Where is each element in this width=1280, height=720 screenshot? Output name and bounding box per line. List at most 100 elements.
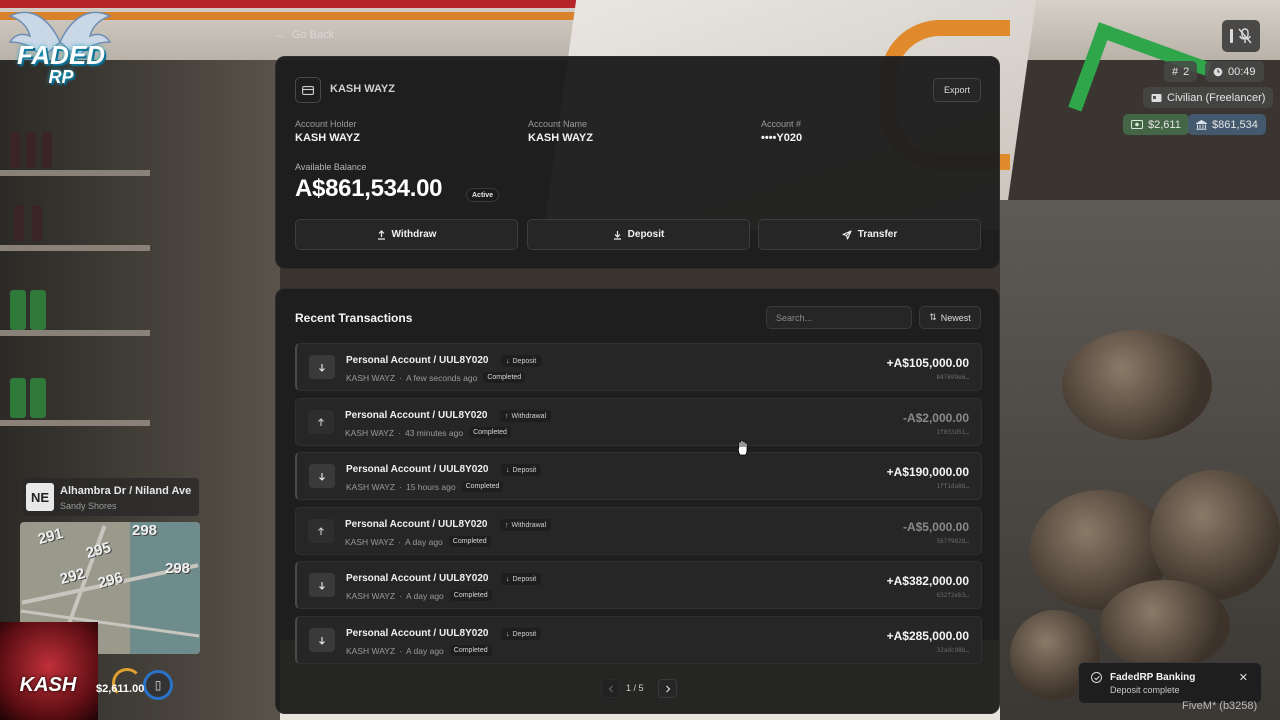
separator: · — [398, 427, 401, 438]
transaction-time: A day ago — [405, 645, 444, 656]
transaction-name: Personal Account / UUL8Y020 — [345, 410, 488, 421]
clock-icon — [1213, 67, 1223, 76]
transactions-heading: Recent Transactions — [295, 311, 413, 325]
can — [10, 290, 26, 330]
transaction-hash: 847699e6… — [936, 374, 969, 381]
separator: · — [398, 536, 401, 547]
transfer-label: Transfer — [857, 229, 898, 240]
player-id-pill: # 2 — [1164, 61, 1198, 82]
location-display: NE Alhambra Dr / Niland Ave Sandy Shores — [23, 478, 199, 516]
chevron-left-icon — [608, 685, 613, 692]
transaction-type: Deposit — [512, 466, 537, 474]
sort-label: Newest — [940, 312, 971, 323]
transaction-type: Withdrawal — [511, 412, 547, 420]
transaction-status: Completed — [449, 645, 492, 656]
bottle — [32, 205, 42, 241]
map-label: 298 — [165, 560, 191, 577]
account-holder-label: Account Holder — [295, 119, 357, 129]
can — [30, 378, 46, 418]
street-name: Alhambra Dr / Niland Ave — [60, 485, 192, 497]
previous-page-button[interactable] — [601, 679, 620, 698]
transaction-row[interactable]: Personal Account / UUL8Y020 ↑ Withdrawal … — [295, 398, 982, 446]
transaction-amount: -A$5,000.00 — [902, 520, 969, 534]
deposit-button[interactable]: Deposit — [527, 219, 750, 250]
arrow-down-icon: ↓ — [506, 357, 510, 365]
transaction-row[interactable]: Personal Account / UUL8Y020 ↓ Deposit KAS… — [295, 616, 982, 664]
transaction-name: Personal Account / UUL8Y020 — [346, 464, 489, 475]
can — [10, 378, 26, 418]
transaction-meta: KASH WAYZ · A day ago Completed — [346, 590, 492, 601]
mouse-cursor-icon — [737, 440, 748, 456]
transaction-user: KASH WAYZ — [345, 427, 395, 438]
transaction-amount: -A$2,000.00 — [902, 411, 969, 425]
server-logo: FADED RP — [6, 2, 114, 98]
produce-item — [1100, 580, 1230, 670]
can — [30, 290, 46, 330]
id-card-icon — [1151, 93, 1162, 102]
cash-amount: $2,611 — [1148, 118, 1181, 131]
account-number-field: Account # ••••Y020 — [761, 119, 802, 144]
shelf — [0, 420, 150, 426]
search-input[interactable] — [766, 306, 912, 329]
transaction-type-badge: ↓ Deposit — [501, 355, 542, 367]
notification-toast: FadedRP Banking Deposit complete ✕ — [1078, 662, 1262, 704]
fivem-build-label: FiveM* (b3258) — [1182, 700, 1258, 712]
bottle — [42, 132, 52, 168]
arrow-down-icon: ↓ — [506, 575, 510, 583]
transaction-meta: KASH WAYZ · A day ago Completed — [345, 536, 491, 547]
map-label: 295 — [84, 539, 113, 562]
toast-message: Deposit complete — [1110, 685, 1180, 695]
chevron-right-icon — [665, 685, 670, 692]
transaction-hash: 1f033d51… — [936, 429, 969, 436]
account-holder-field: Account Holder KASH WAYZ — [295, 119, 360, 144]
transaction-status: Completed — [483, 372, 526, 383]
time-pill: 00:49 — [1205, 61, 1264, 82]
withdraw-label: Withdraw — [391, 229, 437, 240]
map-label: 296 — [96, 569, 125, 592]
separator: · — [399, 372, 402, 383]
bottle — [10, 132, 20, 168]
transaction-user: KASH WAYZ — [346, 645, 396, 656]
hash-icon: # — [1172, 65, 1179, 78]
account-name-value: KASH WAYZ — [528, 132, 593, 144]
transaction-hash: 1ff1da86… — [936, 483, 969, 490]
transaction-type: Withdrawal — [511, 521, 547, 529]
next-page-button[interactable] — [658, 679, 677, 698]
transaction-time: A few seconds ago — [405, 372, 478, 383]
transaction-type-badge: ↑ Withdrawal — [500, 410, 552, 422]
account-number-value: ••••Y020 — [761, 132, 803, 144]
zone-name: Sandy Shores — [60, 501, 117, 511]
sort-button[interactable]: ⇅ Newest — [919, 306, 981, 329]
balance-value: A$861,534.00 — [295, 175, 443, 202]
go-back-link[interactable]: ← Go Back — [275, 29, 334, 41]
transfer-button[interactable]: Transfer — [758, 219, 981, 250]
bank-amount: $861,534 — [1212, 118, 1258, 131]
transaction-row[interactable]: Personal Account / UUL8Y020 ↓ Deposit KAS… — [295, 452, 982, 500]
transaction-row[interactable]: Personal Account / UUL8Y020 ↑ Withdrawal … — [295, 507, 982, 555]
export-button[interactable]: Export — [933, 78, 981, 102]
bottle — [26, 132, 36, 168]
bottle — [14, 205, 24, 241]
bank-icon — [1196, 119, 1207, 130]
volume-bar — [1230, 29, 1233, 43]
transaction-time: 15 hours ago — [405, 481, 456, 492]
transaction-time: A day ago — [404, 536, 443, 547]
logo-text: FADED RP — [16, 42, 106, 88]
transaction-type-badge: ↓ Deposit — [501, 573, 542, 585]
balance-label: Available Balance — [295, 162, 367, 172]
close-icon[interactable]: ✕ — [1239, 671, 1248, 684]
arrow-up-icon — [308, 410, 334, 434]
transaction-row[interactable]: Personal Account / UUL8Y020 ↓ Deposit KAS… — [295, 561, 982, 609]
sort-arrows-icon: ⇅ — [929, 312, 937, 322]
transaction-type-badge: ↓ Deposit — [501, 628, 542, 640]
transaction-meta: KASH WAYZ · 15 hours ago Completed — [346, 481, 504, 492]
map-label: 298 — [132, 522, 158, 539]
withdraw-button[interactable]: Withdraw — [295, 219, 518, 250]
transaction-user: KASH WAYZ — [346, 372, 396, 383]
map-label: 291 — [36, 525, 65, 548]
transaction-type-badge: ↓ Deposit — [501, 464, 542, 476]
transaction-meta: KASH WAYZ · 43 minutes ago Completed — [345, 427, 511, 438]
transaction-row[interactable]: Personal Account / UUL8Y020 ↓ Deposit KAS… — [295, 343, 982, 391]
transaction-amount: +A$190,000.00 — [886, 465, 969, 479]
transaction-user: KASH WAYZ — [346, 590, 396, 601]
